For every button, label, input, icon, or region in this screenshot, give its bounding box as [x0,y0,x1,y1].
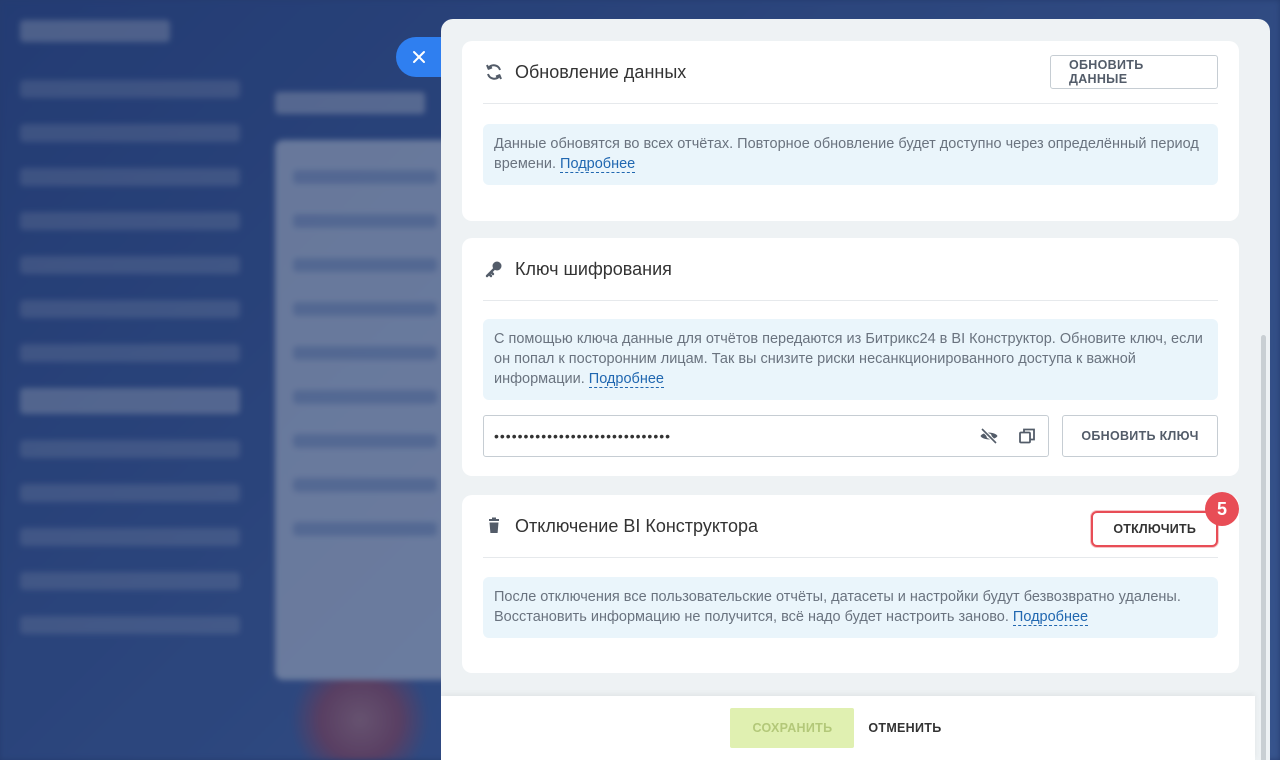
key-icon [483,258,505,280]
copy-key-icon[interactable] [1016,425,1038,447]
refresh-data-more-link[interactable]: Подробнее [560,156,636,173]
disable-bi-info: После отключения все пользовательские от… [483,577,1218,638]
save-button[interactable]: СОХРАНИТЬ [730,708,855,748]
refresh-data-card: Обновление данных ОБНОВИТЬ ДАННЫЕ Данные… [462,41,1239,221]
refresh-data-info: Данные обновятся во всех отчётах. Повтор… [483,124,1218,185]
settings-slider-panel: Обновление данных ОБНОВИТЬ ДАННЫЕ Данные… [441,19,1270,760]
panel-scrollbar[interactable] [1261,335,1266,760]
disable-bi-header: Отключение BI Конструктора ОТКЛЮЧИТЬ 5 [483,492,1239,558]
close-slider-button[interactable] [396,37,442,77]
encryption-key-title: Ключ шифрования [515,258,672,279]
refresh-data-button[interactable]: ОБНОВИТЬ ДАННЫЕ [1050,55,1218,89]
encryption-key-field[interactable]: •••••••••••••••••••••••••••••• [483,415,1049,457]
encryption-key-header: Ключ шифрования [483,238,1218,301]
encryption-key-card: Ключ шифрования С помощью ключа данные д… [462,238,1239,476]
refresh-data-header: Обновление данных ОБНОВИТЬ ДАННЫЕ [483,41,1218,104]
hide-key-eye-icon[interactable] [978,425,1000,447]
cancel-button[interactable]: ОТМЕНИТЬ [868,721,941,735]
disable-bi-button[interactable]: ОТКЛЮЧИТЬ [1091,511,1218,547]
encryption-key-info: С помощью ключа данные для отчётов перед… [483,319,1218,400]
disable-bi-card: Отключение BI Конструктора ОТКЛЮЧИТЬ 5 П… [462,492,1239,673]
slider-footer: СОХРАНИТЬ ОТМЕНИТЬ [441,696,1255,760]
refresh-icon [483,61,505,83]
encryption-key-value: •••••••••••••••••••••••••••••• [494,428,672,444]
step-number-badge: 5 [1205,492,1239,526]
trash-icon [483,515,505,537]
disable-bi-more-link[interactable]: Подробнее [1012,609,1089,626]
refresh-key-button[interactable]: ОБНОВИТЬ КЛЮЧ [1062,415,1218,457]
close-icon [413,51,425,63]
disable-bi-title: Отключение BI Конструктора [515,515,758,536]
refresh-data-title: Обновление данных [515,61,687,82]
encryption-key-more-link[interactable]: Подробнее [588,371,664,388]
